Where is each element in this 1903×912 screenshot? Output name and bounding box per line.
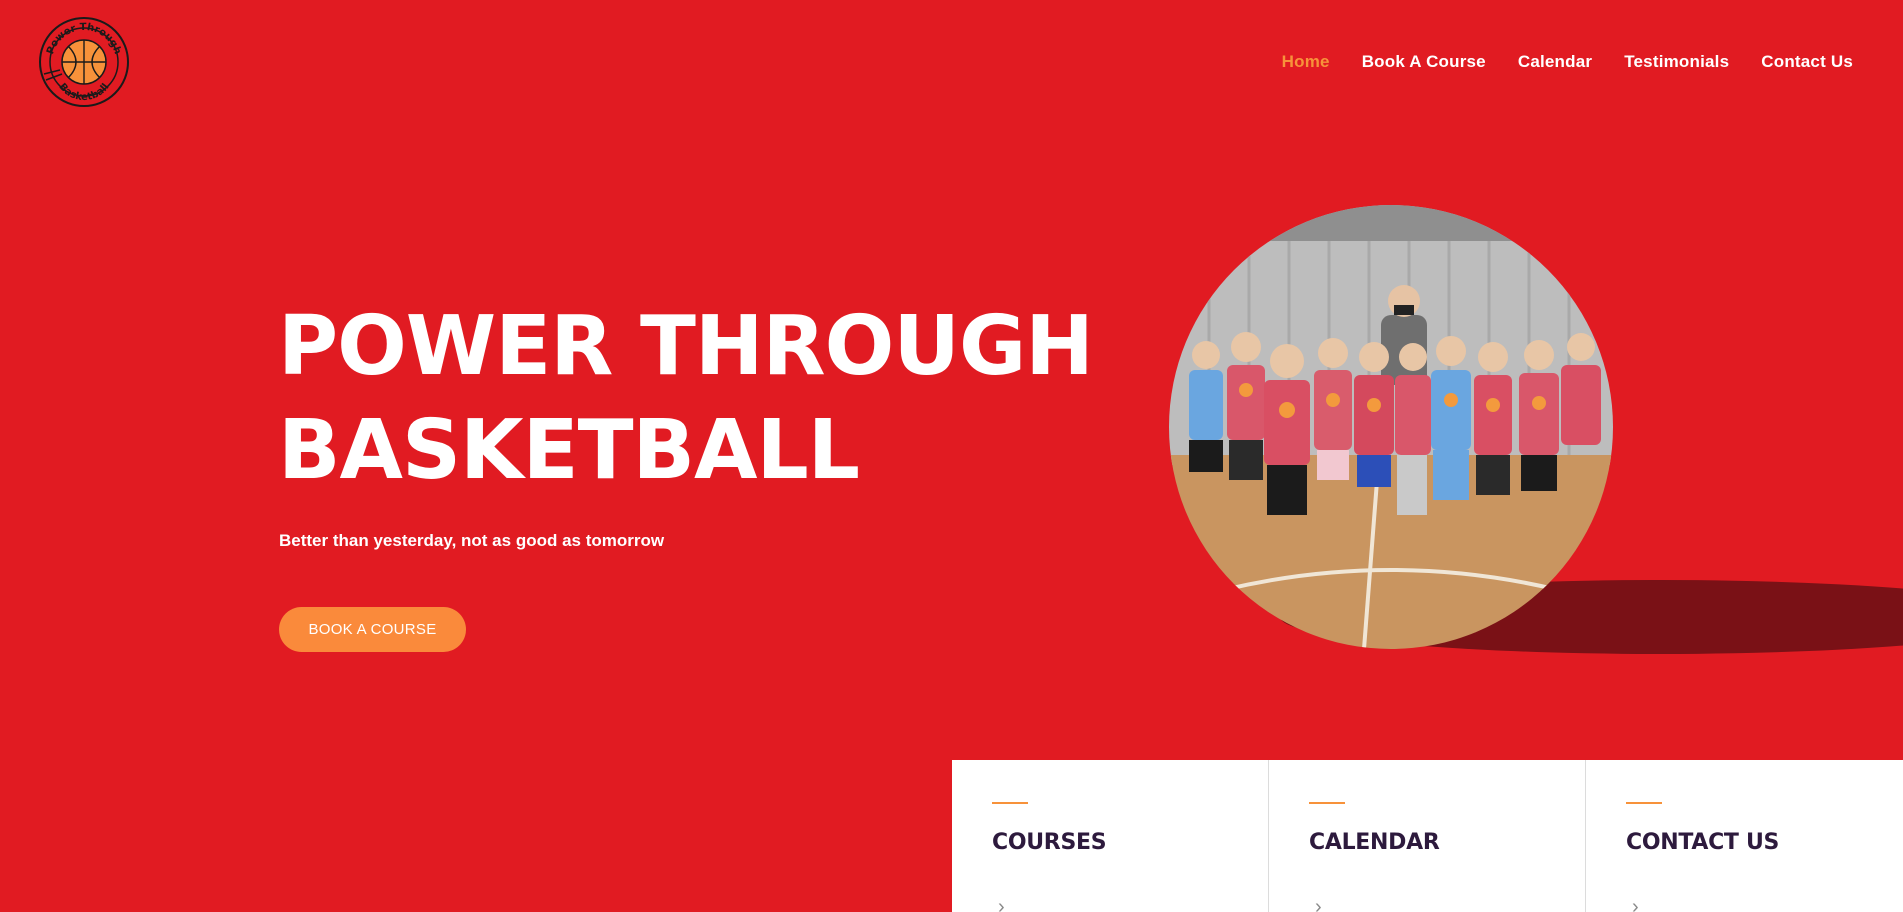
nav-item-contact-us[interactable]: Contact Us	[1761, 52, 1853, 72]
hero-title-line-2: BASKETBALL	[278, 403, 860, 498]
nav-item-book-a-course[interactable]: Book A Course	[1362, 52, 1486, 72]
chevron-right-icon[interactable]: ›	[1315, 896, 1322, 912]
card-accent-line	[1309, 802, 1345, 804]
card-calendar[interactable]: CALENDAR ›	[1269, 760, 1586, 912]
chevron-right-icon[interactable]: ›	[998, 896, 1005, 912]
nav-item-home[interactable]: Home	[1282, 52, 1330, 72]
card-courses[interactable]: COURSES ›	[952, 760, 1269, 912]
basketball-logo-icon: Power Through Basketball	[39, 17, 129, 107]
nav-item-testimonials[interactable]: Testimonials	[1624, 52, 1729, 72]
card-contact-us[interactable]: CONTACT US ›	[1586, 760, 1903, 912]
team-photo	[1169, 205, 1613, 649]
chevron-right-icon[interactable]: ›	[1632, 896, 1639, 912]
nav-item-calendar[interactable]: Calendar	[1518, 52, 1592, 72]
feature-cards: COURSES › CALENDAR › CONTACT US ›	[952, 760, 1903, 912]
book-a-course-button[interactable]: BOOK A COURSE	[279, 607, 466, 652]
card-title-contact-us: CONTACT US	[1626, 830, 1780, 855]
hero-title: POWER THROUGH BASKETBALL	[278, 295, 1094, 503]
hero-tagline: Better than yesterday, not as good as to…	[279, 531, 665, 550]
site-logo[interactable]: Power Through Basketball	[36, 14, 132, 110]
card-title-courses: COURSES	[992, 830, 1107, 855]
card-title-calendar: CALENDAR	[1309, 830, 1440, 855]
team-photo-image	[1169, 205, 1613, 649]
card-accent-line	[1626, 802, 1662, 804]
hero-title-line-1: POWER THROUGH	[278, 299, 1094, 394]
card-accent-line	[992, 802, 1028, 804]
page: Power Through Basketball Home Book A Cou…	[0, 0, 1903, 912]
main-nav: Home Book A Course Calendar Testimonials…	[1282, 52, 1853, 72]
